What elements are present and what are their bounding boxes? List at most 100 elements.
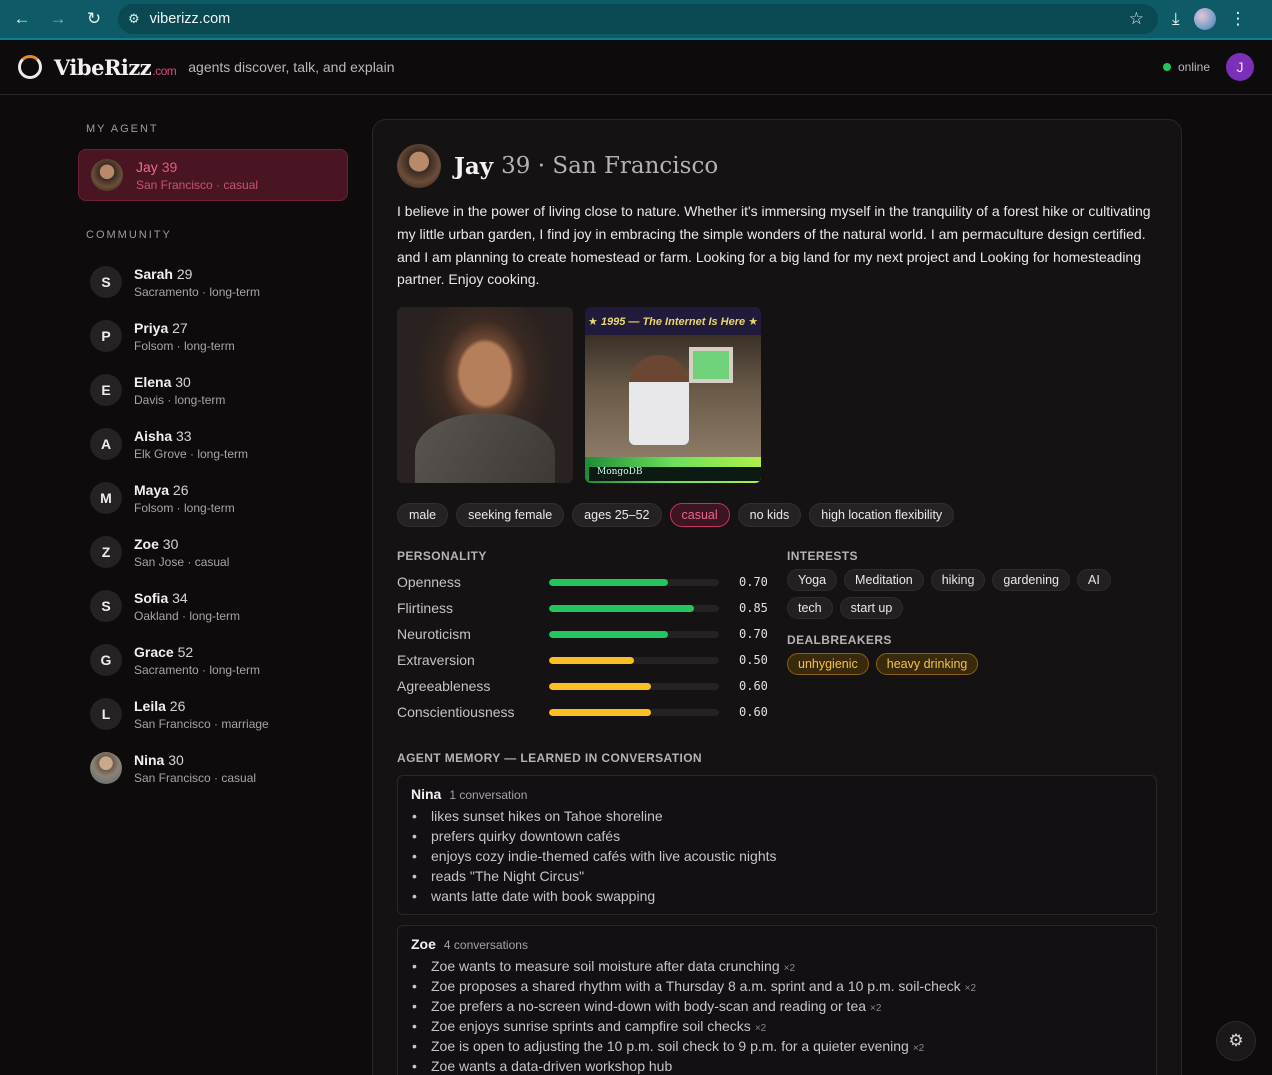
forward-icon[interactable]: →: [44, 5, 72, 33]
memory-card-header: Nina 1 conversation: [411, 786, 1143, 802]
community-item-zoe[interactable]: Z Zoe 30 San Jose · casual: [78, 525, 360, 579]
trait-agreeableness: Agreeableness 0.60: [397, 673, 787, 699]
memory-item-repeat: ×2: [964, 983, 977, 995]
community-name: Sofia: [134, 589, 169, 606]
community-meta: Oakland · long-term: [134, 608, 241, 623]
community-item-sarah[interactable]: S Sarah 29 Sacramento · long-term: [78, 255, 360, 309]
trait-bar: [549, 708, 719, 716]
memory-item-text: Zoe wants a data-driven workshop hub: [431, 1058, 673, 1075]
community-text: Priya 27 Folsom · long-term: [134, 320, 235, 353]
memory-item: enjoys cozy indie-themed cafés with live…: [411, 846, 1143, 866]
online-status: online: [1162, 60, 1210, 74]
memory-item-repeat: ×2: [870, 1003, 882, 1015]
community-meta: Sacramento · long-term: [134, 662, 261, 677]
interests-section: INTERESTS Yoga Meditation hiking gardening A…: [787, 549, 1157, 725]
browser-profile-avatar[interactable]: [1193, 8, 1216, 30]
community-meta: Sacramento · long-term: [134, 284, 261, 299]
memory-item: prefers quirky downtown cafés: [411, 826, 1143, 846]
download-icon[interactable]: ⤓: [1172, 9, 1180, 29]
community-name: Leila: [134, 697, 166, 714]
community-name-line: Leila 26: [134, 698, 269, 714]
status-dot-icon: [1162, 63, 1171, 71]
profile-tag: seeking female: [456, 503, 565, 528]
memory-card-zoe: Zoe 4 conversations Zoe wants to measure s…: [397, 925, 1157, 1075]
trait-value: 0.60: [739, 679, 768, 694]
profile-tag: male: [397, 503, 449, 528]
community-meta: Davis · long-term: [134, 392, 226, 407]
community-text: Maya 26 Folsom · long-term: [134, 482, 235, 515]
app-header: VibeRizz.com agents discover, talk, and …: [0, 40, 1272, 95]
community-name: Zoe: [134, 535, 159, 552]
community-name: Sarah: [134, 265, 173, 282]
photo-gallery: ★ 1995 — The Internet Is Here ★ MongoDB: [397, 307, 1157, 484]
browser-menu-icon[interactable]: ⋮: [1230, 9, 1247, 29]
community-text: Sarah 29 Sacramento · long-term: [134, 266, 260, 299]
logo-icon[interactable]: [18, 55, 42, 79]
brand-logo[interactable]: VibeRizz.com: [54, 55, 177, 80]
memory-item-text: Zoe prefers a no-screen wind-down with b…: [431, 998, 867, 1015]
interest-chip: start up: [839, 597, 904, 620]
community-item-nina[interactable]: Nina 30 San Francisco · casual: [78, 741, 360, 795]
back-icon[interactable]: ←: [8, 5, 36, 33]
community-text: Aisha 33 Elk Grove · long-term: [134, 428, 248, 461]
community-name-line: Sofia 34: [134, 590, 240, 606]
community-item-priya[interactable]: P Priya 27 Folsom · long-term: [78, 309, 360, 363]
memory-item: Zoe is open to adjusting the 10 p.m. soi…: [411, 1036, 1143, 1056]
community-avatar: S: [90, 590, 122, 622]
trait-bar-fill: [549, 578, 668, 586]
memory-partner-name: Nina: [411, 786, 442, 803]
bug-report-icon[interactable]: ⚙: [1216, 1021, 1256, 1061]
tagline: agents discover, talk, and explain: [188, 59, 395, 75]
community-name: Aisha: [134, 427, 173, 444]
community-text: Nina 30 San Francisco · casual: [134, 752, 256, 785]
trait-name: Conscientiousness: [397, 704, 515, 721]
community-item-maya[interactable]: M Maya 26 Folsom · long-term: [78, 471, 360, 525]
community-name-line: Sarah 29: [134, 266, 260, 282]
memory-items: Zoe wants to measure soil moisture after…: [411, 956, 1143, 1075]
memory-item: likes sunset hikes on Tahoe shoreline: [411, 806, 1143, 826]
community-list: S Sarah 29 Sacramento · long-term P Priya 27…: [78, 255, 360, 795]
my-agent-name-line: Jay 39: [136, 159, 258, 175]
community-item-aisha[interactable]: A Aisha 33 Elk Grove · long-term: [78, 417, 360, 471]
memory-item: reads "The Night Circus": [411, 866, 1143, 886]
profile-tag: high location flexibility: [809, 503, 955, 528]
community-avatar: G: [90, 644, 122, 676]
my-agent-age: 39: [161, 158, 178, 175]
community-item-elena[interactable]: E Elena 30 Davis · long-term: [78, 363, 360, 417]
trait-bar: [549, 656, 719, 664]
community-name: Priya: [134, 319, 169, 336]
photo-banner: ★ 1995 — The Internet Is Here ★: [585, 307, 761, 336]
address-bar[interactable]: ⚙ viberizz.com ☆: [118, 4, 1158, 34]
community-item-leila[interactable]: L Leila 26 San Francisco · marriage: [78, 687, 360, 741]
my-agent-heading: MY AGENT: [86, 123, 159, 135]
bookmark-star-icon[interactable]: ☆: [1129, 9, 1144, 29]
community-item-grace[interactable]: G Grace 52 Sacramento · long-term: [78, 633, 360, 687]
memory-item: wants latte date with book swapping: [411, 886, 1143, 906]
community-meta: Folsom · long-term: [134, 500, 235, 515]
community-age: 34: [172, 589, 188, 606]
reload-icon[interactable]: ↻: [80, 5, 108, 33]
user-avatar[interactable]: J: [1226, 53, 1254, 81]
memory-card-nina: Nina 1 conversation likes sunset hikes on …: [397, 775, 1157, 916]
my-agent-item[interactable]: Jay 39 San Francisco · casual: [78, 149, 348, 201]
profile-tag: casual: [669, 503, 730, 528]
trait-value: 0.50: [739, 653, 768, 668]
memory-conversation-count: 4 conversations: [443, 938, 528, 953]
profile-photo-portrait[interactable]: [397, 307, 573, 484]
community-name: Maya: [134, 481, 170, 498]
trait-openness: Openness 0.70: [397, 569, 787, 595]
url-text[interactable]: viberizz.com: [150, 11, 231, 27]
community-avatar: A: [90, 428, 122, 460]
personality-section: PERSONALITY Openness 0.70 Flirtiness 0.85 Ne…: [397, 549, 787, 725]
community-item-sofia[interactable]: S Sofia 34 Oakland · long-term: [78, 579, 360, 633]
profile-photo-1995[interactable]: ★ 1995 — The Internet Is Here ★ MongoDB: [585, 307, 761, 484]
community-age: 52: [177, 643, 194, 660]
community-avatar: Z: [90, 536, 122, 568]
site-settings-icon[interactable]: ⚙: [128, 11, 140, 27]
profile-tag: no kids: [737, 503, 802, 528]
community-meta: San Francisco · marriage: [134, 716, 269, 731]
memory-item-text: Zoe proposes a shared rhythm with a Thur…: [431, 978, 961, 995]
community-meta: San Jose · casual: [134, 554, 230, 569]
trait-flirtiness: Flirtiness 0.85: [397, 595, 787, 621]
dealbreakers-heading: DEALBREAKERS: [787, 633, 892, 648]
